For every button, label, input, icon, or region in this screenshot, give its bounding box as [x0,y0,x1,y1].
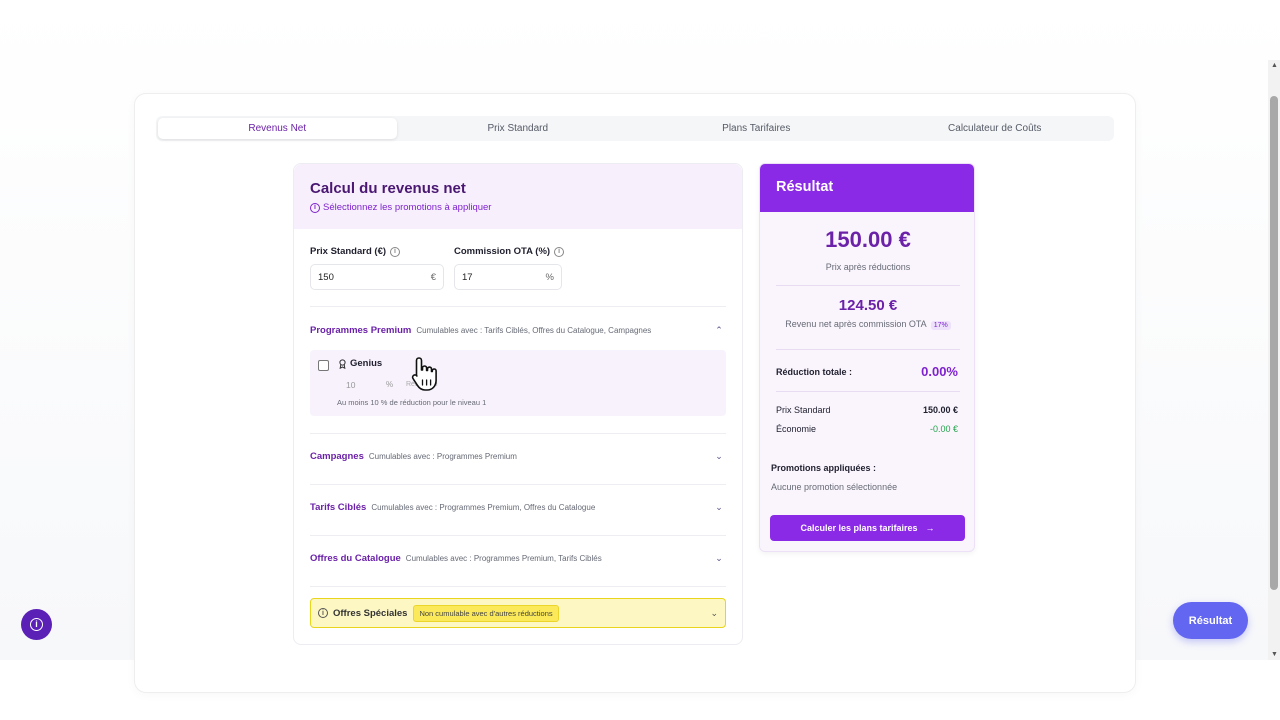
non-cumulative-badge: Non cumulable avec d'autres réductions [413,604,559,622]
genius-description: Au moins 10 % de réduction pour le nivea… [337,398,487,407]
applied-promotions-title: Promotions appliquées : [771,463,877,473]
calculate-plans-label: Calculer les plans tarifaires [800,523,918,533]
total-reduction-label: Réduction totale : [776,367,852,377]
section-special-header[interactable]: i Offres Spéciales Non cumulable avec d'… [310,598,726,628]
commission-input-unit: % [545,271,554,283]
section-catalog-name: Offres du Catalogue [310,552,401,564]
commission-badge: 17% [930,321,951,330]
price-input-value: 150 [318,271,334,283]
price-label-text: Prix Standard (€) [310,246,387,257]
section-targeted-stack: Cumulables avec : Programmes Premium, Of… [371,502,596,512]
commission-input-value: 17 [462,271,473,283]
panel-title: Calcul du revenus net [310,180,466,197]
chevron-down-icon[interactable]: ⌄ [710,608,718,619]
chevron-down-icon[interactable]: ⌄ [712,502,726,513]
net-revenue-panel: Calcul du revenus net i Sélectionnez les… [293,163,743,645]
genius-unit: % [386,380,394,389]
standard-price-label: Prix Standard [776,405,831,415]
panel-subtitle: i Sélectionnez les promotions à applique… [310,202,491,213]
commission-info-icon[interactable]: i [554,246,565,257]
genius-value-input[interactable]: 10 [346,380,355,390]
price-info-icon[interactable]: i [390,246,401,257]
hand-cursor-icon [411,357,437,391]
section-premium-stack: Cumulables avec : Tarifs Ciblés, Offres … [416,325,652,335]
divider [310,433,726,434]
result-title: Résultat [776,179,834,195]
arrow-right-icon: → [925,523,935,533]
genius-label: Genius [338,358,382,369]
commission-label: Commission OTA (%) i [454,246,565,257]
commission-label-text: Commission OTA (%) [454,246,551,257]
section-campaigns-name: Campagnes [310,450,364,462]
net-revenue-label: Revenu net après commission OTA 17% [760,319,974,330]
section-premium-name: Programmes Premium [310,324,412,336]
total-reduction-value: 0.00% [921,364,958,379]
price-label: Prix Standard (€) i [310,246,401,257]
tab-plans-tarifaires[interactable]: Plans Tarifaires [637,116,876,141]
divider [310,535,726,536]
savings-label: Économie [776,424,817,434]
award-icon [339,358,346,369]
final-price: 150.00 € [825,227,911,252]
chevron-up-icon[interactable]: ⌃ [712,325,726,336]
page-scrollbar[interactable]: ▲ ▼ [1268,60,1280,660]
scrollbar-thumb[interactable] [1270,96,1278,590]
scroll-up-icon[interactable]: ▲ [1271,62,1278,69]
section-catalog-header[interactable]: Offres du Catalogue Cumulables avec : Pr… [310,548,726,568]
section-special-name: Offres Spéciales [333,607,408,619]
divider [310,306,726,307]
tab-prix-standard[interactable]: Prix Standard [399,116,638,141]
chevron-down-icon[interactable]: ⌄ [712,451,726,462]
calculate-plans-button[interactable]: Calculer les plans tarifaires → [770,515,965,541]
info-icon: i [318,608,328,618]
commission-input[interactable]: 17 % [454,264,562,290]
section-targeted-header[interactable]: Tarifs Ciblés Cumulables avec : Programm… [310,497,726,517]
net-revenue-label-text: Revenu net après commission OTA [785,319,927,329]
info-icon: i [30,618,43,631]
help-button[interactable]: i [21,609,52,640]
divider [776,285,960,286]
savings-value: -0.00 € [929,424,958,434]
panel-subtitle-text: Sélectionnez les promotions à appliquer [323,202,492,213]
section-catalog-stack: Cumulables avec : Programmes Premium, Ta… [405,553,602,563]
final-price-label: Prix après réductions [825,262,911,272]
panel-header: Calcul du revenus net i Sélectionnez les… [294,164,742,229]
genius-checkbox[interactable] [318,360,329,371]
chevron-down-icon[interactable]: ⌄ [712,553,726,564]
scroll-down-icon[interactable]: ▼ [1271,651,1278,658]
result-panel: Résultat 150.00 € Prix après réductions … [759,163,975,552]
divider [310,484,726,485]
genius-option: Genius 10 % Réduction Au moins 10 % de r… [310,350,726,416]
genius-name: Genius [350,358,383,369]
price-input[interactable]: 150 € [310,264,444,290]
result-header: Résultat [760,164,974,212]
divider [776,349,960,350]
price-input-unit: € [430,271,436,283]
result-fab-button[interactable]: Résultat [1173,602,1248,639]
info-icon: i [310,202,320,213]
tab-bar: Revenus Net Prix Standard Plans Tarifair… [156,116,1114,141]
section-campaigns-stack: Cumulables avec : Programmes Premium [368,451,517,461]
section-campaigns-header[interactable]: Campagnes Cumulables avec : Programmes P… [310,446,726,466]
tab-revenus-net[interactable]: Revenus Net [158,118,397,139]
net-revenue: 124.50 € [838,297,898,314]
divider [776,391,960,392]
section-targeted-name: Tarifs Ciblés [310,501,367,513]
divider [310,586,726,587]
section-premium-header[interactable]: Programmes Premium Cumulables avec : Tar… [310,320,726,340]
no-promotions-text: Aucune promotion sélectionnée [771,482,898,492]
tab-calculateur-couts[interactable]: Calculateur de Coûts [876,116,1115,141]
standard-price-value: 150.00 € [922,405,958,415]
